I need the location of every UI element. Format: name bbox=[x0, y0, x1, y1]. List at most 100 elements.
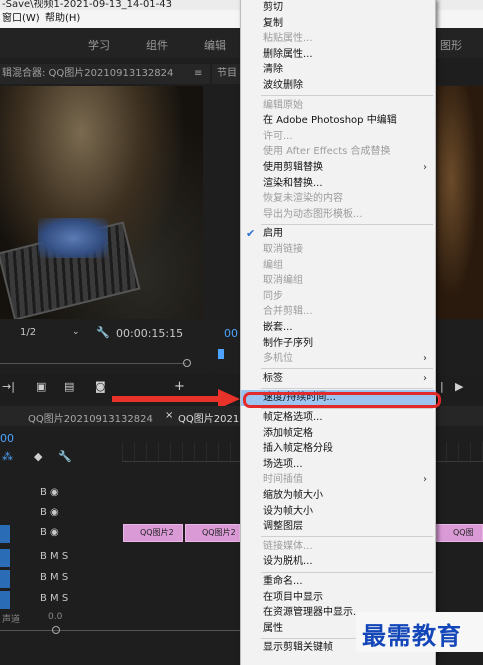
tab-graphics[interactable]: 图形 bbox=[440, 37, 462, 53]
camera-icon[interactable]: ◙ bbox=[95, 380, 106, 393]
track-controls[interactable]: B M S bbox=[40, 572, 68, 583]
menu-separator bbox=[261, 368, 433, 370]
menu-item-label: 剪切 bbox=[263, 2, 283, 13]
wrench-icon[interactable]: 🔧 bbox=[96, 326, 110, 339]
menu-item[interactable]: 嵌套... bbox=[241, 320, 435, 336]
timeline-clip[interactable]: QQ图片2 bbox=[123, 524, 183, 542]
submenu-arrow-icon: › bbox=[423, 353, 427, 365]
scrubber-handle[interactable] bbox=[183, 359, 191, 367]
overwrite-icon[interactable]: ▤ bbox=[64, 380, 74, 393]
menu-item[interactable]: 重命名... bbox=[241, 574, 435, 590]
menu-item[interactable]: 插入帧定格分段 bbox=[241, 441, 435, 457]
menu-item[interactable]: 波纹删除 bbox=[241, 78, 435, 94]
timeline-clip[interactable]: QQ图 bbox=[436, 524, 483, 542]
panel-menu-icon[interactable]: ≡ bbox=[194, 64, 202, 84]
program-panel-header[interactable]: 节目 bbox=[212, 64, 242, 84]
track-controls[interactable]: B ◉ bbox=[40, 527, 59, 538]
menu-item[interactable]: 调整图层 bbox=[241, 519, 435, 535]
timeline-timecode: 00 bbox=[0, 432, 14, 445]
step-forward-icon[interactable]: →| bbox=[2, 380, 15, 393]
menu-item-label: 取消链接 bbox=[263, 244, 303, 255]
playhead[interactable] bbox=[218, 349, 224, 359]
menu-item: 使用 After Effects 合成替换 bbox=[241, 144, 435, 160]
play-icon[interactable]: ▶ bbox=[455, 380, 463, 393]
menu-item-label: 取消编组 bbox=[263, 275, 303, 287]
track-controls[interactable]: B M S bbox=[40, 551, 68, 562]
menu-item[interactable]: 删除属性... bbox=[241, 47, 435, 63]
menu-item[interactable]: 制作子序列 bbox=[241, 336, 435, 352]
timeline-tab-sequence-1[interactable]: QQ图片20210913132824 bbox=[28, 410, 153, 425]
menu-separator bbox=[261, 571, 433, 573]
menu-item: 时间插值 › bbox=[241, 472, 435, 488]
source-panel-header[interactable]: 辑混合器: QQ图片20210913132824 ≡ bbox=[0, 64, 210, 84]
close-icon[interactable]: × bbox=[165, 410, 173, 421]
tab-editing[interactable]: 编辑 bbox=[204, 37, 226, 53]
menu-separator bbox=[261, 95, 433, 97]
menu-item-label: 显示剪辑关键帧 bbox=[263, 642, 333, 654]
menu-item[interactable]: 设为帧大小 bbox=[241, 504, 435, 520]
menu-item-label: 帧定格选项... bbox=[263, 412, 323, 423]
menu-item-label: 删除属性... bbox=[263, 48, 313, 60]
marker-icon[interactable]: ◆ bbox=[34, 450, 42, 463]
menu-item[interactable]: 在项目中显示 bbox=[241, 590, 435, 606]
menu-item-label: 恢复未渲染的内容 bbox=[263, 193, 343, 205]
menu-item[interactable]: 在 Adobe Photoshop 中编辑 bbox=[241, 113, 435, 129]
menu-item[interactable]: 添加帧定格 bbox=[241, 426, 435, 442]
menu-item[interactable]: 设为脱机... bbox=[241, 554, 435, 570]
menu-item[interactable]: 缩放为帧大小 bbox=[241, 488, 435, 504]
menu-item: 恢复未渲染的内容 bbox=[241, 191, 435, 207]
timeline-tab-sequence-2[interactable]: QQ图片2021 bbox=[178, 410, 239, 425]
menu-item-label: 场选项... bbox=[263, 458, 303, 470]
menu-item: 链接媒体... bbox=[241, 539, 435, 555]
track-controls[interactable]: B M S bbox=[40, 593, 68, 604]
resolution-select[interactable]: 1/2 bbox=[20, 327, 36, 338]
menu-help[interactable]: 帮助(H) bbox=[45, 10, 80, 28]
track-target[interactable] bbox=[0, 549, 10, 567]
program-controls: 00 bbox=[212, 319, 242, 374]
track-a1: B M S bbox=[0, 548, 122, 568]
source-timecode: 00:00:15:15 bbox=[116, 327, 184, 340]
menu-item[interactable]: 使用剪辑替换 › bbox=[241, 160, 435, 176]
track-target[interactable] bbox=[0, 570, 10, 588]
track-target[interactable] bbox=[0, 591, 10, 609]
wrench-icon[interactable]: 🔧 bbox=[58, 450, 72, 463]
menu-item-label: 使用剪辑替换 bbox=[263, 162, 323, 173]
track-v3: B ◉ bbox=[0, 484, 122, 504]
snap-icon[interactable]: ⁂ bbox=[2, 450, 13, 463]
tab-assembly[interactable]: 组件 bbox=[146, 37, 168, 53]
source-scrubber[interactable] bbox=[0, 363, 186, 364]
menu-item-label: 标签 bbox=[263, 372, 283, 384]
menu-item-label: 设为帧大小 bbox=[263, 505, 313, 517]
track-a3: B M S bbox=[0, 590, 122, 610]
timeline-clip[interactable]: QQ图片2 bbox=[185, 524, 240, 542]
menu-item[interactable]: 剪切 bbox=[241, 0, 435, 16]
track-target[interactable] bbox=[0, 525, 10, 543]
track-a2: B M S bbox=[0, 569, 122, 589]
menu-item[interactable]: 标签 › bbox=[241, 371, 435, 387]
add-button-icon[interactable]: + bbox=[174, 379, 185, 394]
tab-learn[interactable]: 学习 bbox=[88, 37, 110, 53]
menu-item[interactable]: ✔ 启用 bbox=[241, 226, 435, 242]
step-back-icon[interactable]: | bbox=[440, 380, 444, 393]
menu-item-label: 启用 bbox=[263, 228, 283, 240]
menu-item[interactable]: 帧定格选项... bbox=[241, 410, 435, 426]
menu-item-label: 许可... bbox=[263, 130, 293, 142]
track-controls[interactable]: B ◉ bbox=[40, 487, 59, 498]
menu-separator bbox=[261, 223, 433, 225]
menu-item-label: 插入帧定格分段 bbox=[263, 443, 333, 455]
menu-item[interactable]: 复制 bbox=[241, 16, 435, 32]
menu-item-label: 复制 bbox=[263, 17, 283, 29]
insert-icon[interactable]: ▣ bbox=[36, 380, 46, 393]
menu-item[interactable]: 渲染和替换... bbox=[241, 176, 435, 192]
track-v1: B ◉ bbox=[0, 524, 122, 544]
menu-window[interactable]: 窗口(W) bbox=[2, 10, 40, 28]
master-track-label: 声道 bbox=[2, 615, 21, 625]
menu-item[interactable]: 场选项... bbox=[241, 457, 435, 473]
track-controls[interactable]: B ◉ bbox=[40, 507, 59, 518]
annotation-highlight-box bbox=[243, 392, 441, 408]
menu-item-label: 使用 After Effects 合成替换 bbox=[263, 146, 391, 158]
menu-item[interactable]: 清除 bbox=[241, 62, 435, 78]
scrollbar-handle[interactable] bbox=[52, 626, 60, 634]
menu-item: 合并剪辑... bbox=[241, 304, 435, 320]
chevron-down-icon[interactable]: ⌄ bbox=[72, 327, 80, 337]
